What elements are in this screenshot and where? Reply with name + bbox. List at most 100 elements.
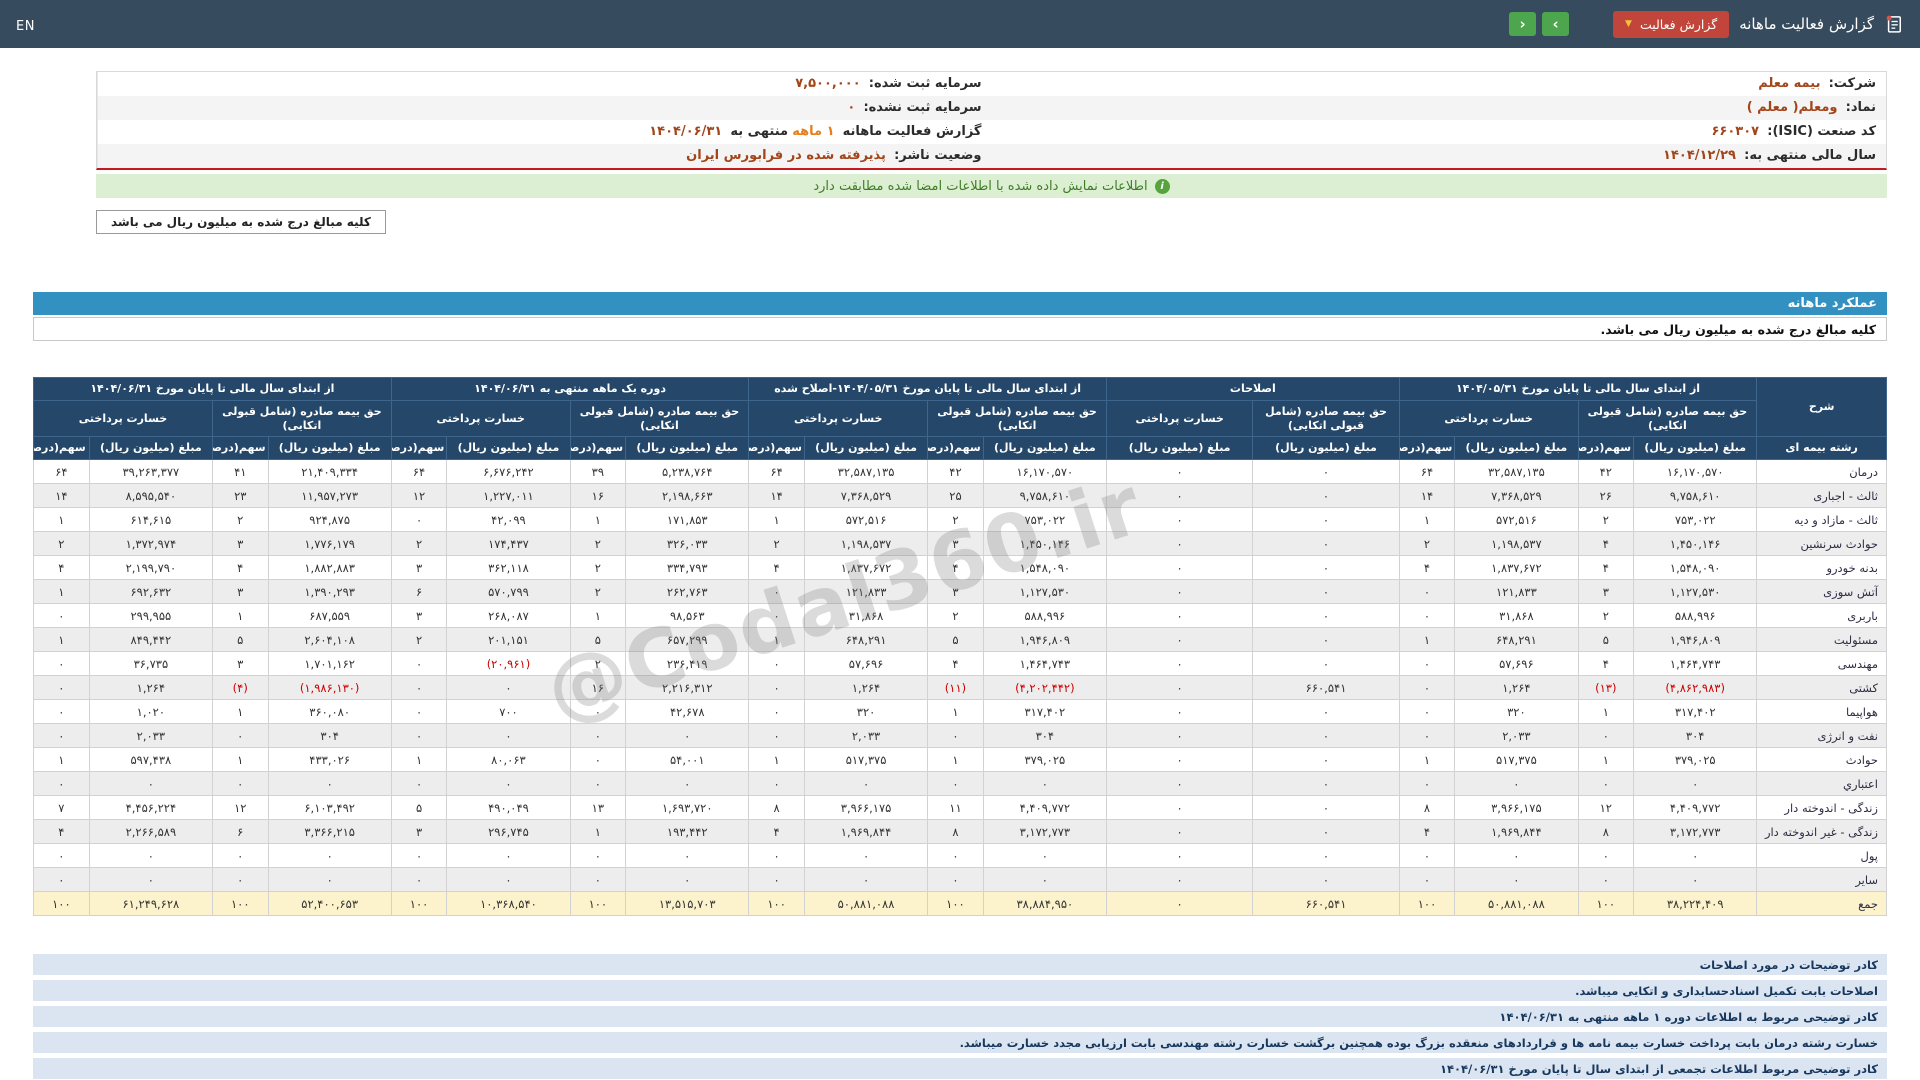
value-cell: ۴,۴۵۶,۲۲۴ (89, 796, 212, 820)
value-cell: ۱ (1399, 748, 1455, 772)
value-cell: ۰ (1253, 796, 1399, 820)
value-cell: ۱۲۱,۸۳۳ (1455, 580, 1578, 604)
value-cell: ۶ (391, 580, 447, 604)
value-cell: ۶۴ (34, 460, 90, 484)
value-cell: ۲,۱۹۹,۷۹۰ (89, 556, 212, 580)
value-cell: ۰ (1253, 484, 1399, 508)
nav-back-button[interactable]: ‹ (1509, 12, 1536, 36)
value-cell: ۸ (928, 820, 984, 844)
value-cell: ۵۸۸,۹۹۶ (1634, 604, 1757, 628)
value-cell: ۱,۴۵۰,۱۴۶ (983, 532, 1106, 556)
value-cell: ۷۵۳,۰۲۲ (983, 508, 1106, 532)
value-cell: ۷۰۰ (447, 700, 570, 724)
value-cell: ۴ (749, 556, 805, 580)
value-cell: ۷,۳۶۸,۵۲۹ (1455, 484, 1578, 508)
value-cell: ۱ (1399, 508, 1455, 532)
insurance-line-label: زندگی - غیر اندوخته دار (1757, 820, 1887, 844)
value-cell: ۳۲,۵۸۷,۱۳۵ (804, 460, 927, 484)
value-cell: ۳۶۲,۱۱۸ (447, 556, 570, 580)
value-cell: ۲,۶۰۴,۱۰۸ (268, 628, 391, 652)
value-cell: ۱۶ (570, 676, 626, 700)
insurance-line-label: پول (1757, 844, 1887, 868)
col-subheader-premium: حق بیمه صادره (شامل قبولی اتکایی) (1253, 400, 1399, 437)
header-right-group: گزارش فعالیت ماهانه گزارش فعالیت ▼ › ‹ (1509, 11, 1904, 38)
insurance-line-label: باربری (1757, 604, 1887, 628)
value-cell: ۲۰۱,۱۵۱ (447, 628, 570, 652)
value-cell: ۳۲۰ (804, 700, 927, 724)
report-document-icon (1884, 14, 1904, 34)
value-cell: ۰ (1578, 724, 1634, 748)
note-row-period-body: خسارت رشته درمان بابت پرداخت خسارت بیمه … (33, 1032, 1887, 1053)
value-cell: ۰ (1399, 604, 1455, 628)
col-header-amount: مبلغ (میلیون ریال) (804, 437, 927, 460)
insurance-line-label: آتش سوزی (1757, 580, 1887, 604)
value-cell: ۰ (1253, 748, 1399, 772)
col-header-share: سهم(درصد) (570, 437, 626, 460)
value-cell: ۶۴۸,۲۹۱ (1455, 628, 1578, 652)
value-cell: ۵۴,۰۰۱ (626, 748, 749, 772)
company-info-section: شرکت: بیمه معلم سرمایه ثبت شده: ۷,۵۰۰,۰۰… (96, 71, 1887, 170)
value-cell: ۲ (570, 652, 626, 676)
col-header-amount: مبلغ (میلیون ریال) (1106, 437, 1252, 460)
value-cell: ۰ (391, 700, 447, 724)
note-row-period-header: کادر توضیحی مربوط به اطلاعات دوره ۱ ماهه… (33, 1006, 1887, 1027)
value-cell: ۰ (1455, 772, 1578, 796)
info-fiscal-year-end: سال مالی منتهی به: ۱۴۰۴/۱۲/۲۹ (992, 144, 1887, 168)
page-title: گزارش فعالیت ماهانه (1739, 15, 1874, 33)
value-cell: ۰ (1253, 508, 1399, 532)
value-cell: ۱۳ (570, 796, 626, 820)
value-cell: ۱,۱۹۸,۵۳۷ (1455, 532, 1578, 556)
value-cell: ۴۳۳,۰۲۶ (268, 748, 391, 772)
value-cell: ۱,۱۹۸,۵۳۷ (804, 532, 927, 556)
value-cell: ۲ (391, 532, 447, 556)
value-cell: ۰ (570, 844, 626, 868)
value-cell: ۱۰,۳۶۸,۵۴۰ (447, 892, 570, 916)
info-row: نماد: ومعلم( معلم ) سرمایه ثبت نشده: ۰ (97, 96, 1886, 120)
value-cell: ۰ (34, 700, 90, 724)
col-header-share: سهم(درصد) (1578, 437, 1634, 460)
info-row: کد صنعت (ISIC): ۶۶۰۳۰۷ گزارش فعالیت ماها… (97, 120, 1886, 144)
info-value: ۱۴۰۴/۰۶/۳۱ (649, 124, 722, 139)
value-cell: ۱,۸۳۷,۶۷۲ (804, 556, 927, 580)
value-cell: ۵۰,۸۸۱,۰۸۸ (804, 892, 927, 916)
value-cell: ۰ (447, 868, 570, 892)
value-cell: ۰ (1106, 652, 1252, 676)
value-cell: ۱ (749, 748, 805, 772)
table-leaf-header-row: رشته بیمه ای مبلغ (میلیون ریال) سهم(درصد… (34, 437, 1887, 460)
value-cell: ۵۷۲,۵۱۶ (1455, 508, 1578, 532)
col-group-ytd-0531-adjusted: از ابتدای سال مالی تا پایان مورخ ۱۴۰۴/۰۵… (749, 378, 1107, 401)
value-cell: (۱۳) (1578, 676, 1634, 700)
value-cell: ۰ (391, 508, 447, 532)
value-cell: ۳۶۰,۰۸۰ (268, 700, 391, 724)
section-title-bar: عملکرد ماهانه (33, 292, 1887, 315)
value-cell: ۱,۶۹۳,۷۲۰ (626, 796, 749, 820)
value-cell: ۳۳۴,۷۹۳ (626, 556, 749, 580)
nav-forward-button[interactable]: › (1542, 12, 1569, 36)
insurance-line-label: نفت و انرژی (1757, 724, 1887, 748)
value-cell: ۱,۵۴۸,۰۹۰ (983, 556, 1106, 580)
value-cell: ۵ (212, 628, 268, 652)
value-cell: ۶ (212, 820, 268, 844)
value-cell: ۷ (34, 796, 90, 820)
table-subgroup-header-row: حق بیمه صادره (شامل قبولی اتکایی) خسارت … (34, 400, 1887, 437)
value-cell: ۰ (34, 652, 90, 676)
language-toggle[interactable]: EN (16, 19, 35, 34)
value-cell: ۱۴ (749, 484, 805, 508)
value-cell: ۶۵۷,۲۹۹ (626, 628, 749, 652)
col-group-one-month-0631: دوره یک ماهه منتهی به ۱۴۰۴/۰۶/۳۱ (391, 378, 749, 401)
info-issuer-status: وضعیت ناشر: پذیرفته شده در فرابورس ایران (97, 144, 992, 168)
value-cell: ۳۱۷,۴۰۲ (983, 700, 1106, 724)
value-cell: ۳۲۰ (1455, 700, 1578, 724)
value-cell: ۱۰۰ (34, 892, 90, 916)
value-cell: ۲۵ (928, 484, 984, 508)
report-type-dropdown[interactable]: گزارش فعالیت ▼ (1613, 11, 1729, 38)
value-cell: ۳۰۴ (1634, 724, 1757, 748)
value-cell: ۰ (1253, 628, 1399, 652)
value-cell: ۱۲۱,۸۳۳ (804, 580, 927, 604)
value-cell: ۱,۹۶۹,۸۴۴ (804, 820, 927, 844)
table-row: اعتباري۰۰۰۰۰۰۰۰۰۰۰۰۰۰۰۰۰۰ (34, 772, 1887, 796)
col-header-amount: مبلغ (میلیون ریال) (626, 437, 749, 460)
insurance-line-label: حوادث (1757, 748, 1887, 772)
table-row: زندگی - غیر اندوخته دار۳,۱۷۲,۷۷۳۸۱,۹۶۹,۸… (34, 820, 1887, 844)
value-cell: ۰ (447, 844, 570, 868)
